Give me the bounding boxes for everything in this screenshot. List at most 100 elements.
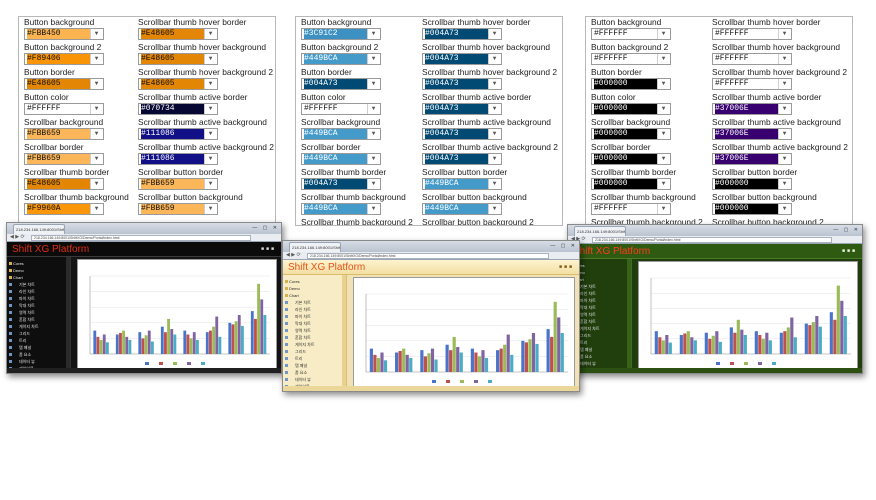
tree-item[interactable]: 폼 요소 [285,369,344,376]
chevron-down-icon[interactable]: ▼ [657,79,669,89]
tree-item[interactable]: Demo [285,285,344,292]
chevron-down-icon[interactable]: ▼ [90,154,102,164]
chevron-down-icon[interactable]: ▼ [367,179,379,189]
chevron-down-icon[interactable]: ▼ [488,204,500,214]
color-select[interactable]: #FFFFFF ▼ [712,28,792,40]
color-select[interactable]: #FBB450 ▼ [24,28,104,40]
chevron-down-icon[interactable]: ▼ [367,129,379,139]
color-select[interactable]: #FFFFFF ▼ [591,28,671,40]
chevron-down-icon[interactable]: ▼ [488,129,500,139]
browser-tab[interactable]: 218.234.166.149:8001/ShiftXG [289,242,341,252]
color-select[interactable]: #111086 ▼ [138,128,218,140]
url-input[interactable]: 218.234.166.149:8001/ShiftXG/Demo/Portal… [592,237,832,243]
color-select[interactable]: #FBB659 ▼ [138,203,218,215]
chevron-down-icon[interactable]: ▼ [90,179,102,189]
chevron-down-icon[interactable]: ▼ [657,154,669,164]
tree-item[interactable]: 데이터 뷰 [285,376,344,383]
tree-item[interactable]: 막대 차트 [285,320,344,327]
tree-item[interactable]: 라인 차트 [9,288,68,295]
browser-tab[interactable]: 218.234.166.149:8001/ShiftXG [13,224,65,234]
color-select[interactable]: #E48605 ▼ [138,78,218,90]
chevron-down-icon[interactable]: ▼ [204,104,216,114]
color-select[interactable]: #004A73 ▼ [422,103,502,115]
chevron-down-icon[interactable]: ▼ [778,104,790,114]
chevron-down-icon[interactable]: ▼ [778,79,790,89]
color-select[interactable]: #004A73 ▼ [301,178,381,190]
color-select[interactable]: #004A73 ▼ [422,78,502,90]
chevron-down-icon[interactable]: ▼ [204,79,216,89]
color-select[interactable]: #000000 ▼ [712,203,792,215]
color-select[interactable]: #004A73 ▼ [422,153,502,165]
color-select[interactable]: #111086 ▼ [138,153,218,165]
chevron-down-icon[interactable]: ▼ [90,104,102,114]
color-select[interactable]: #000000 ▼ [591,128,671,140]
chevron-down-icon[interactable]: ▼ [778,204,790,214]
nav-arrows-icon[interactable]: ◀ ▶ ⟳ [10,234,25,240]
color-select[interactable]: #004A73 ▼ [422,128,502,140]
chevron-down-icon[interactable]: ▼ [367,79,379,89]
tree-item[interactable]: 트리 [285,355,344,362]
color-select[interactable]: #449BCA ▼ [422,178,502,190]
tree-item[interactable]: 탭 패널 [9,344,68,351]
tree-item[interactable]: Cores [9,260,68,267]
color-select[interactable]: #FBB659 ▼ [24,153,104,165]
color-select[interactable]: #004A73 ▼ [422,53,502,65]
window-controls-icon[interactable]: — ▢ ✕ [550,243,577,249]
chevron-down-icon[interactable]: ▼ [90,54,102,64]
color-select[interactable]: #000000 ▼ [591,153,671,165]
color-select[interactable]: #E48605 ▼ [138,53,218,65]
chevron-down-icon[interactable]: ▼ [90,79,102,89]
chevron-down-icon[interactable]: ▼ [90,204,102,214]
tree-item[interactable]: 혼합 차트 [9,316,68,323]
tree-item[interactable]: 게이지 차트 [9,323,68,330]
chevron-down-icon[interactable]: ▼ [778,54,790,64]
color-select[interactable]: #F89406 ▼ [24,53,104,65]
tree-item[interactable]: Chart [9,274,68,281]
color-select[interactable]: #FFFFFF ▼ [591,203,671,215]
url-input[interactable]: 218.234.166.149:8001/ShiftXG/Demo/Portal… [307,253,549,259]
chevron-down-icon[interactable]: ▼ [488,179,500,189]
header-tools-icon[interactable]: ■■■ [261,246,276,252]
chevron-down-icon[interactable]: ▼ [488,54,500,64]
color-select[interactable]: #000000 ▼ [591,178,671,190]
color-select[interactable]: #000000 ▼ [591,78,671,90]
chevron-down-icon[interactable]: ▼ [204,204,216,214]
color-select[interactable]: #FFFFFF ▼ [712,53,792,65]
tree-item[interactable]: Cores [285,278,344,285]
tree-item[interactable]: Chart [285,292,344,299]
color-select[interactable]: #3C91C2 ▼ [301,28,381,40]
chevron-down-icon[interactable]: ▼ [657,179,669,189]
tree-item[interactable]: 게이지 차트 [285,341,344,348]
chevron-down-icon[interactable]: ▼ [488,104,500,114]
chevron-down-icon[interactable]: ▼ [90,129,102,139]
tree-item[interactable]: Demo [9,267,68,274]
chevron-down-icon[interactable]: ▼ [367,54,379,64]
color-select[interactable]: #FFFFFF ▼ [301,103,381,115]
color-select[interactable]: #E48605 ▼ [138,28,218,40]
tree-item[interactable]: 파이 차트 [285,313,344,320]
browser-tab[interactable]: 218.234.166.149:8001/ShiftXG [574,226,626,236]
chevron-down-icon[interactable]: ▼ [204,129,216,139]
tree-item[interactable]: 혼합 차트 [285,334,344,341]
chevron-down-icon[interactable]: ▼ [204,154,216,164]
color-select[interactable]: #449BCA ▼ [301,153,381,165]
color-select[interactable]: #000000 ▼ [591,103,671,115]
color-select[interactable]: #37006E ▼ [712,153,792,165]
tree-item[interactable]: 기본 차트 [285,299,344,306]
color-select[interactable]: #FBB659 ▼ [24,128,104,140]
tree-item[interactable]: 영역 차트 [285,327,344,334]
header-tools-icon[interactable]: ■■■ [842,248,857,254]
chevron-down-icon[interactable]: ▼ [90,29,102,39]
chevron-down-icon[interactable]: ▼ [367,204,379,214]
tree-item[interactable]: 데이터 뷰 [9,358,68,365]
color-select[interactable]: #449BCA ▼ [301,53,381,65]
chevron-down-icon[interactable]: ▼ [488,29,500,39]
color-select[interactable]: #004A73 ▼ [422,28,502,40]
window-controls-icon[interactable]: — ▢ ✕ [833,227,860,233]
color-select[interactable]: #070734 ▼ [138,103,218,115]
url-input[interactable]: 218.234.166.149:8001/ShiftXG/Demo/Portal… [31,235,251,241]
chevron-down-icon[interactable]: ▼ [657,104,669,114]
chevron-down-icon[interactable]: ▼ [778,29,790,39]
chevron-down-icon[interactable]: ▼ [488,154,500,164]
color-select[interactable]: #FFFFFF ▼ [712,78,792,90]
